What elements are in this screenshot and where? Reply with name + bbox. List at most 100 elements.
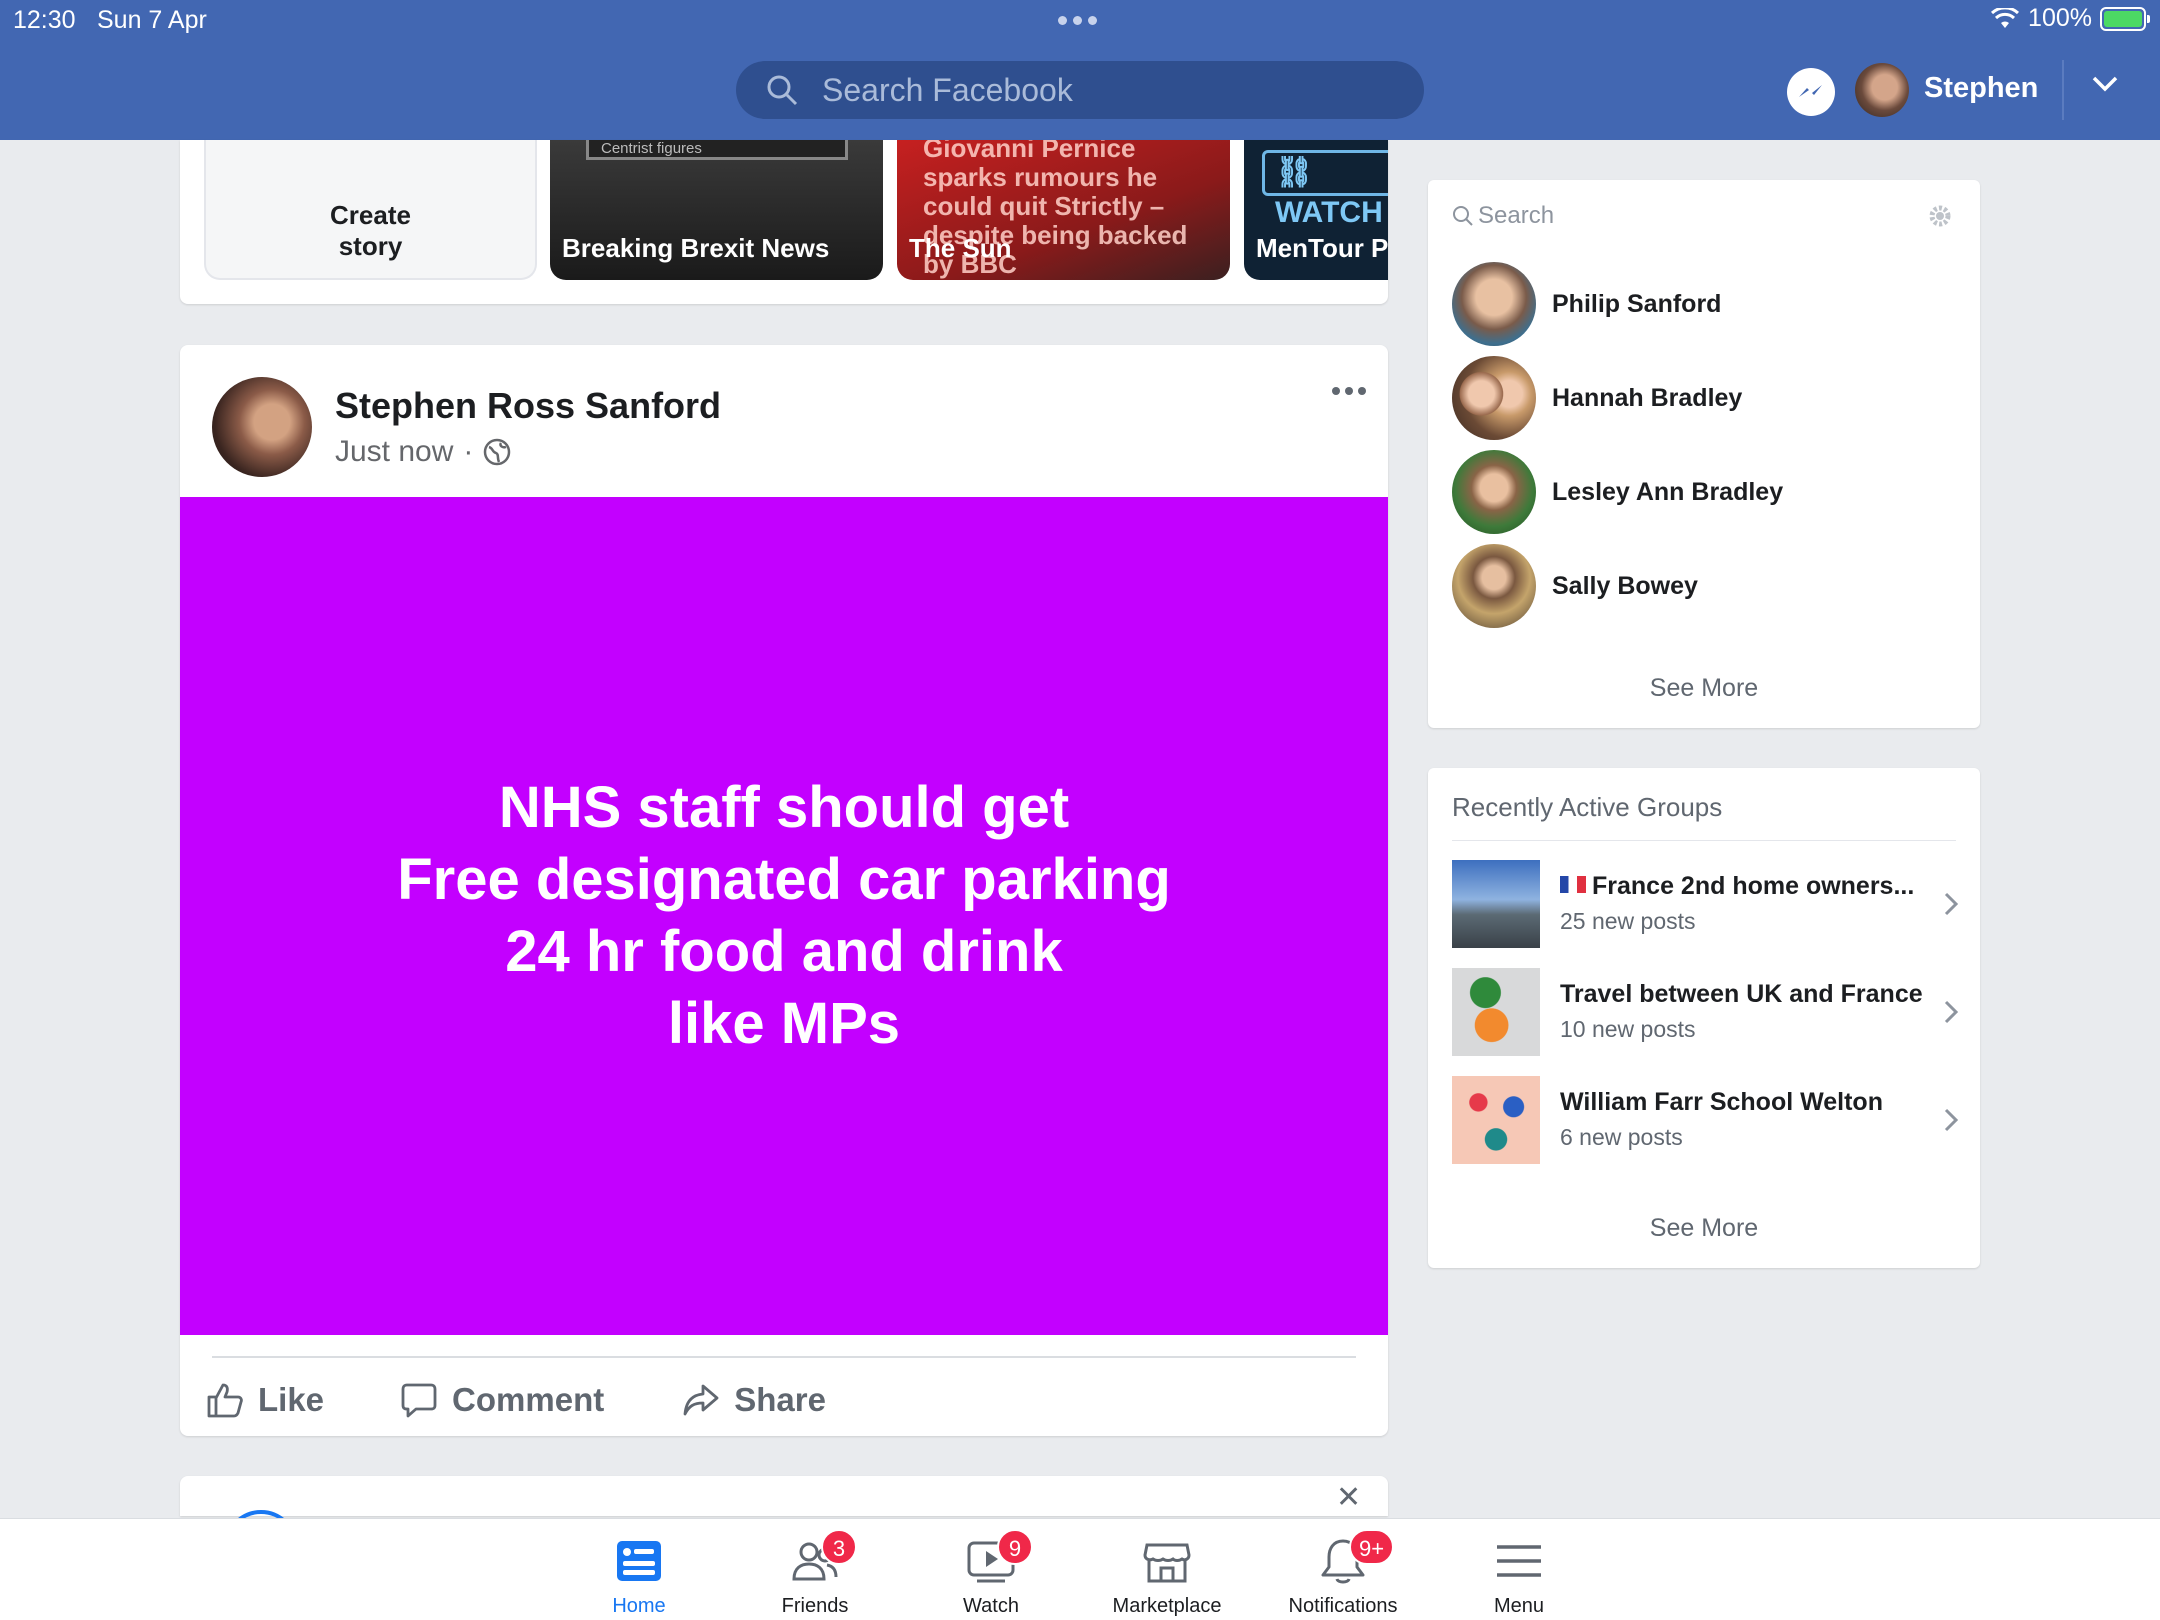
divider (1452, 840, 1956, 841)
contact-item[interactable]: Hannah Bradley (1452, 356, 1972, 440)
avatar (1452, 356, 1536, 440)
notifications-badge: 9+ (1349, 1529, 1395, 1565)
chevron-right-icon (1944, 1000, 1959, 1024)
story-label: The Sun (909, 233, 1012, 263)
like-button[interactable]: Like (206, 1381, 324, 1419)
battery-percent: 100% (2028, 4, 2092, 32)
status-right: 100% (1990, 4, 2150, 33)
status-time: 12:30 (13, 6, 76, 34)
contact-item[interactable]: Sally Bowey (1452, 544, 1972, 628)
chevron-down-icon[interactable] (2090, 74, 2120, 94)
contact-item[interactable]: Lesley Ann Bradley (1452, 450, 1972, 534)
group-thumbnail (1452, 860, 1540, 948)
group-item[interactable]: Travel between UK and France 10 new post… (1452, 968, 1962, 1056)
tab-label: Home (612, 1595, 666, 1617)
post-actions: Like Comment Share (206, 1375, 826, 1425)
post-meta: Just now · (335, 435, 511, 469)
messenger-icon[interactable] (1787, 68, 1835, 116)
create-story-label: Create story (330, 200, 411, 261)
tab-home[interactable]: Home (559, 1519, 719, 1620)
globe-icon[interactable] (483, 438, 511, 466)
post-author[interactable]: Stephen Ross Sanford (335, 385, 721, 427)
french-flag-icon (1560, 876, 1586, 893)
more-options-icon[interactable] (1332, 387, 1366, 395)
tab-label: Marketplace (1112, 1595, 1222, 1617)
group-name: Travel between UK and France (1560, 980, 1923, 1008)
avatar[interactable] (1855, 63, 1909, 117)
create-story-card[interactable]: Create story (204, 140, 537, 280)
profile-name[interactable]: Stephen (1924, 72, 2038, 105)
post-text-line: Free designated car parking (397, 847, 1171, 912)
group-name-text: France 2nd home owners... (1592, 872, 1915, 900)
story-label: MenTour Pi (1256, 233, 1388, 263)
group-new-posts: 6 new posts (1560, 1124, 1683, 1150)
status-date: Sun 7 Apr (97, 6, 207, 34)
thumbs-up-icon (207, 1383, 243, 1418)
contacts-search-input[interactable]: Search (1452, 202, 1554, 230)
see-more-button[interactable]: See More (1428, 1214, 1980, 1243)
watch-badge: ⛓ WATCH (1262, 150, 1388, 229)
comment-button[interactable]: Comment (400, 1381, 604, 1419)
story-card[interactable]: ⛓ WATCH MenTour Pi (1244, 140, 1388, 280)
share-button[interactable]: Share (682, 1381, 826, 1419)
tab-notifications[interactable]: 9+ Notifications (1263, 1519, 1423, 1620)
group-name: William Farr School Welton (1560, 1088, 1883, 1116)
marketplace-icon (1143, 1543, 1191, 1583)
chevron-right-icon (1944, 892, 1959, 916)
share-icon (683, 1384, 719, 1416)
tab-label: Watch (963, 1595, 1019, 1617)
avatar[interactable] (212, 377, 312, 477)
post-text-line: 24 hr food and drink (505, 919, 1063, 984)
panel-title: Recently Active Groups (1452, 792, 1723, 822)
post-card: Stephen Ross Sanford Just now · NHS staf… (180, 345, 1388, 1436)
tab-label: Notifications (1288, 1595, 1398, 1617)
like-label: Like (258, 1381, 325, 1418)
avatar (1452, 262, 1536, 346)
tab-label: Menu (1493, 1595, 1545, 1617)
comment-label: Comment (452, 1381, 605, 1418)
avatar (1452, 544, 1536, 628)
story-card[interactable]: Giovanni Pernice sparks rumours he could… (897, 140, 1230, 280)
tab-menu[interactable]: Menu (1439, 1519, 1599, 1620)
story-label: Breaking Brexit News (562, 233, 830, 263)
share-label: Share (734, 1381, 826, 1418)
friends-badge: 3 (821, 1529, 857, 1565)
see-more-button[interactable]: See More (1428, 674, 1980, 703)
search-icon (1453, 206, 1473, 226)
recently-active-groups-panel: Recently Active Groups France 2nd home o… (1428, 768, 1980, 1268)
post-text-line: NHS staff should get (498, 775, 1070, 840)
story-card[interactable]: Centrist figures Breaking Brexit News (550, 140, 883, 280)
contact-name: Lesley Ann Bradley (1552, 477, 1784, 506)
contact-name: Sally Bowey (1552, 571, 1698, 600)
wifi-icon (1991, 7, 2020, 28)
contact-name: Philip Sanford (1552, 289, 1722, 318)
contact-name: Hannah Bradley (1552, 383, 1743, 412)
post-time[interactable]: Just now (335, 435, 453, 469)
battery-icon (2100, 6, 2150, 31)
avatar (1452, 450, 1536, 534)
comment-icon (401, 1383, 437, 1418)
tab-watch[interactable]: 9 Watch (911, 1519, 1071, 1620)
post-text-line: like MPs (667, 991, 901, 1056)
next-post-card: ✕ (180, 1476, 1388, 1584)
group-name: France 2nd home owners... (1560, 872, 1914, 901)
close-icon[interactable]: ✕ (1336, 1480, 1361, 1515)
group-item[interactable]: France 2nd home owners... 25 new posts (1452, 860, 1962, 948)
watch-badge: 9 (997, 1529, 1033, 1565)
home-icon (617, 1541, 661, 1581)
group-thumbnail (1452, 1076, 1540, 1164)
group-new-posts: 10 new posts (1560, 1016, 1696, 1042)
gear-icon[interactable] (1926, 202, 1954, 230)
hamburger-menu-icon (1497, 1545, 1541, 1577)
top-bar: 12:30 Sun 7 Apr 100% Search Facebook Ste… (0, 0, 2160, 140)
post-text: NHS staff should get Free designated car… (397, 772, 1171, 1060)
group-item[interactable]: William Farr School Welton 6 new posts (1452, 1076, 1962, 1164)
tab-friends[interactable]: 3 Friends (735, 1519, 895, 1620)
contact-item[interactable]: Philip Sanford (1452, 262, 1972, 346)
watch-badge-label: WATCH (1275, 196, 1383, 229)
search-input[interactable]: Search Facebook (736, 61, 1424, 119)
group-thumbnail (1452, 968, 1540, 1056)
multitasking-dots-icon[interactable] (1058, 16, 1097, 25)
group-new-posts: 25 new posts (1560, 908, 1696, 934)
tab-marketplace[interactable]: Marketplace (1087, 1519, 1247, 1620)
